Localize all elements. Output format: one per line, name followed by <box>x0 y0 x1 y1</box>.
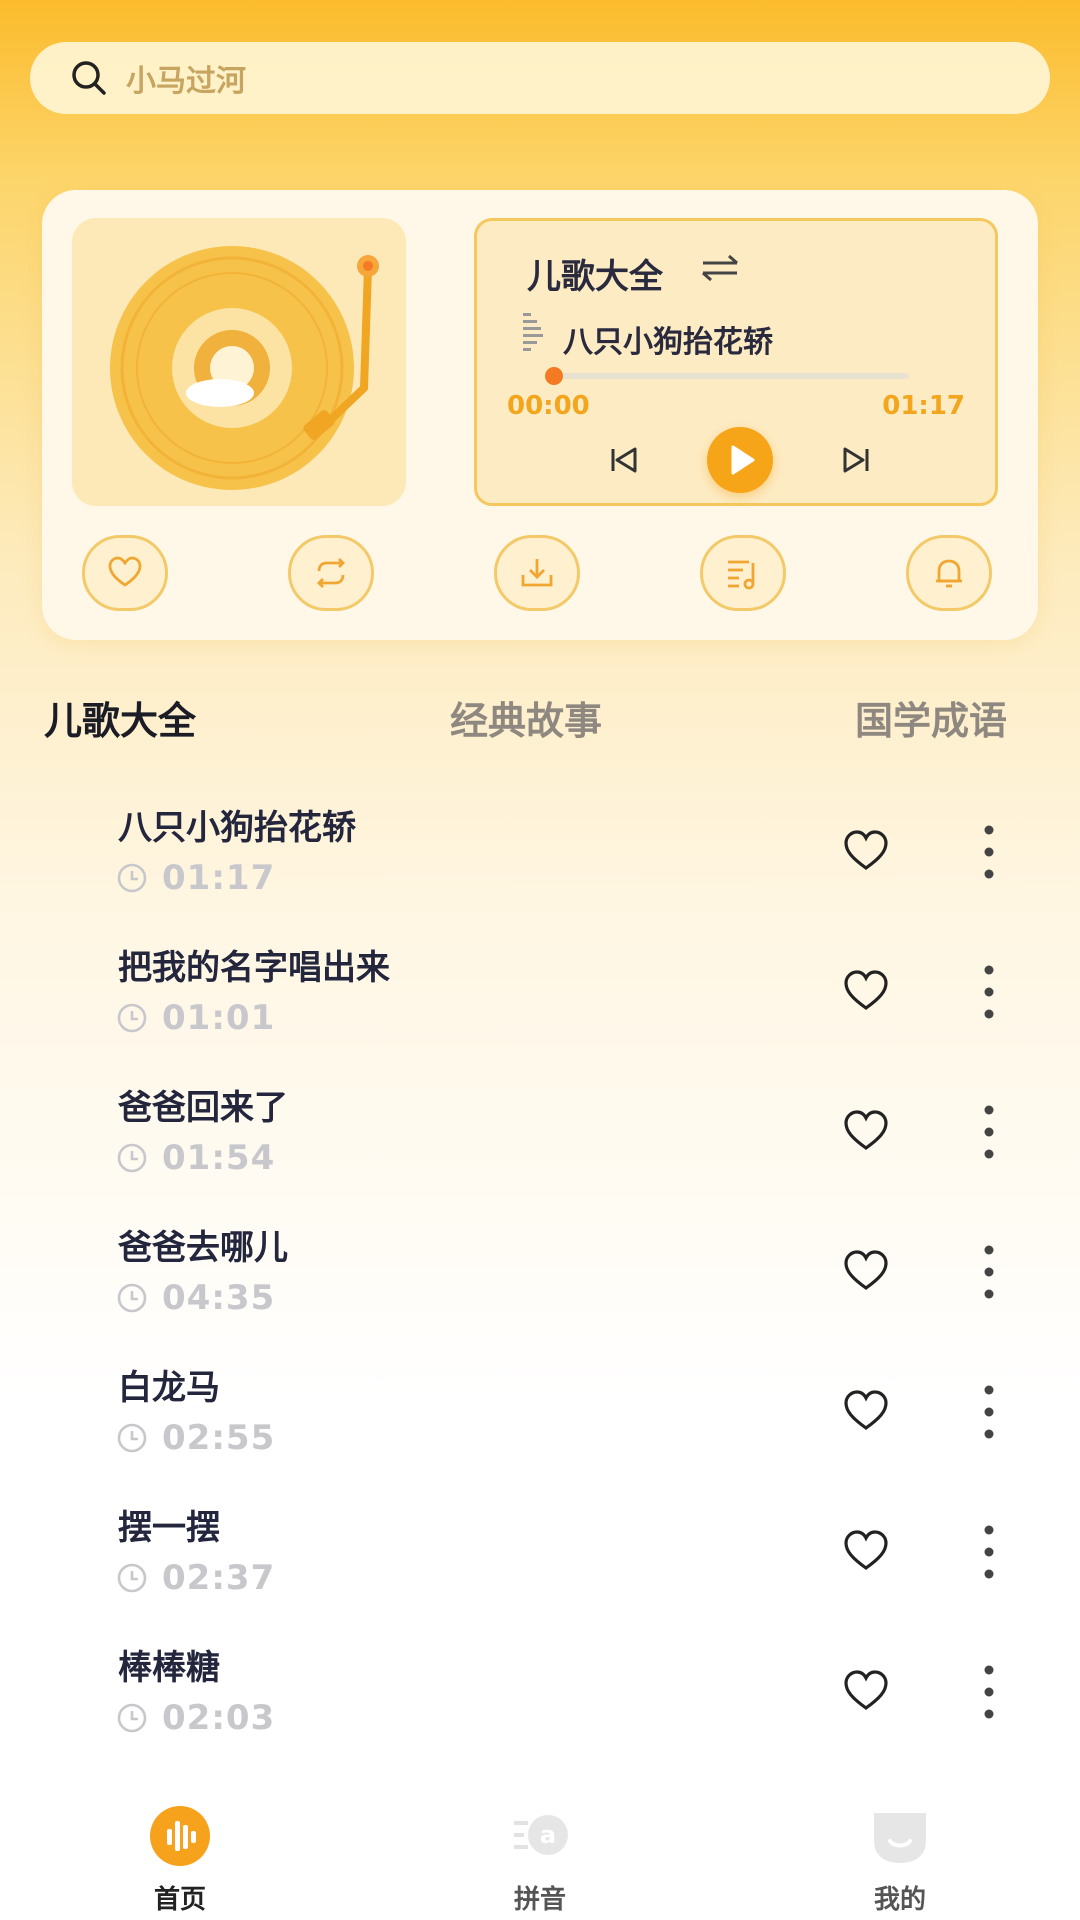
song-duration: 04:35 <box>162 1278 276 1318</box>
song-duration: 01:01 <box>162 998 276 1038</box>
heart-icon[interactable] <box>842 1668 890 1712</box>
play-icon <box>731 445 755 475</box>
more-options-icon[interactable] <box>974 1382 1004 1442</box>
swap-icon[interactable] <box>699 253 741 283</box>
clock-icon <box>117 1143 147 1173</box>
progress-bar[interactable] <box>549 373 909 379</box>
repeat-button[interactable] <box>288 535 374 611</box>
profile-icon <box>874 1813 926 1863</box>
favorite-button[interactable] <box>82 535 168 611</box>
heart-icon[interactable] <box>842 828 890 872</box>
playlist-icon <box>728 560 755 590</box>
tab-classic-stories[interactable]: 经典故事 <box>450 690 602 745</box>
more-options-icon[interactable] <box>974 1522 1004 1582</box>
bell-icon <box>936 559 962 588</box>
heart-icon <box>108 556 142 587</box>
previous-button[interactable] <box>607 443 641 477</box>
clock-icon <box>117 863 147 893</box>
tab-children-songs[interactable]: 儿歌大全 <box>44 690 196 745</box>
song-duration: 01:54 <box>162 1138 276 1178</box>
heart-icon[interactable] <box>842 1248 890 1292</box>
song-title: 把我的名字唱出来 <box>118 948 390 988</box>
home-equalizer-icon <box>150 1806 210 1866</box>
vinyl-artwork <box>72 218 406 506</box>
nav-pinyin-label: 拼音 <box>513 1885 566 1915</box>
now-playing-panel: 儿歌大全 八只小狗抬花轿 00:00 01:17 <box>474 218 998 506</box>
song-title: 爸爸回来了 <box>118 1088 288 1128</box>
nav-profile-label: 我的 <box>873 1885 926 1915</box>
song-duration: 02:37 <box>162 1558 276 1598</box>
heart-icon[interactable] <box>842 968 890 1012</box>
download-icon <box>521 559 553 587</box>
song-row[interactable]: 摆一摆 02:37 <box>0 1480 1080 1620</box>
repeat-icon <box>317 558 345 588</box>
nav-pinyin[interactable]: a 拼音 <box>440 1785 640 1920</box>
song-row[interactable]: 爸爸回来了 01:54 <box>0 1060 1080 1200</box>
clock-icon <box>117 1283 147 1313</box>
playlist-title: 儿歌大全 <box>527 257 663 297</box>
lyrics-button[interactable] <box>700 535 786 611</box>
song-row[interactable]: 把我的名字唱出来 01:01 <box>0 920 1080 1060</box>
song-duration: 02:55 <box>162 1418 276 1458</box>
clock-icon <box>117 1003 147 1033</box>
song-title: 棒棒糖 <box>118 1648 220 1688</box>
heart-icon[interactable] <box>842 1528 890 1572</box>
song-title: 爸爸去哪儿 <box>118 1228 288 1268</box>
vinyl-record-icon <box>110 246 379 490</box>
more-options-icon[interactable] <box>974 822 1004 882</box>
alarm-button[interactable] <box>906 535 992 611</box>
now-playing-song: 八只小狗抬花轿 <box>563 325 773 360</box>
bottom-nav: 首页 a 拼音 我的 <box>0 1785 1080 1920</box>
nav-home[interactable]: 首页 <box>80 1785 280 1920</box>
more-options-icon[interactable] <box>974 1662 1004 1722</box>
clock-icon <box>117 1423 147 1453</box>
more-options-icon[interactable] <box>974 962 1004 1022</box>
song-row[interactable]: 爸爸去哪儿 04:35 <box>0 1200 1080 1340</box>
nav-profile[interactable]: 我的 <box>800 1785 1000 1920</box>
current-time: 00:00 <box>507 391 590 421</box>
search-icon <box>68 57 110 99</box>
total-time: 01:17 <box>882 391 965 421</box>
next-button[interactable] <box>839 443 873 477</box>
heart-icon[interactable] <box>842 1108 890 1152</box>
tab-chinese-idioms[interactable]: 国学成语 <box>855 690 1007 745</box>
clock-icon <box>117 1563 147 1593</box>
more-options-icon[interactable] <box>974 1102 1004 1162</box>
play-button[interactable] <box>707 427 773 493</box>
download-button[interactable] <box>494 535 580 611</box>
song-row[interactable]: 白龙马 02:55 <box>0 1340 1080 1480</box>
sound-wave-icon <box>523 313 543 351</box>
player-actions <box>42 535 1038 625</box>
song-title: 摆一摆 <box>118 1508 220 1548</box>
svg-text:a: a <box>540 1821 556 1849</box>
nav-home-label: 首页 <box>153 1885 206 1915</box>
player-card: 儿歌大全 八只小狗抬花轿 00:00 01:17 <box>42 190 1038 640</box>
song-duration: 01:17 <box>162 858 276 898</box>
progress-thumb[interactable] <box>545 367 563 385</box>
search-bar[interactable]: 小马过河 <box>30 42 1050 114</box>
pinyin-icon: a <box>514 1815 568 1855</box>
more-options-icon[interactable] <box>974 1242 1004 1302</box>
song-title: 白龙马 <box>118 1368 220 1408</box>
clock-icon <box>117 1703 147 1733</box>
search-input[interactable]: 小马过河 <box>126 56 246 100</box>
song-row[interactable]: 棒棒糖 02:03 <box>0 1620 1080 1760</box>
song-row[interactable]: 八只小狗抬花轿 01:17 <box>0 780 1080 920</box>
song-title: 八只小狗抬花轿 <box>118 808 356 848</box>
song-duration: 02:03 <box>162 1698 276 1738</box>
heart-icon[interactable] <box>842 1388 890 1432</box>
